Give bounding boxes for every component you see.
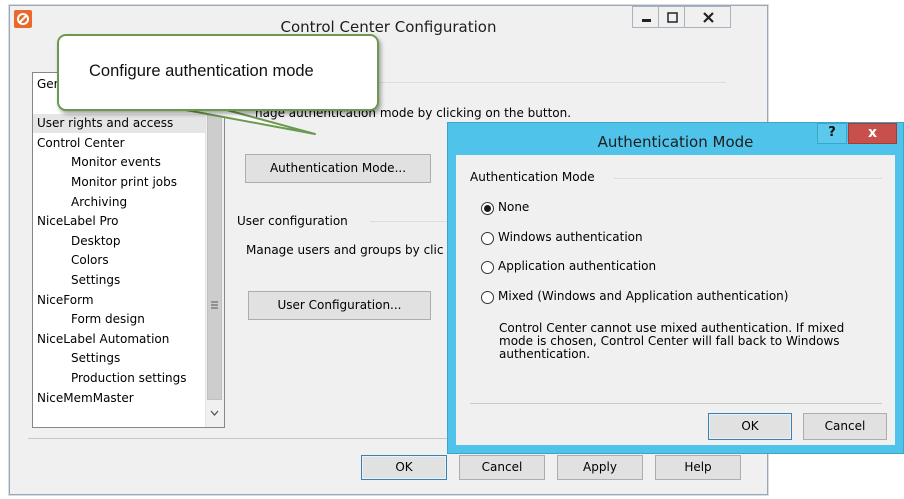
radio-dot-icon xyxy=(484,205,491,212)
tree-item[interactable]: NiceLabel Pro xyxy=(33,212,205,231)
chevron-down-icon[interactable] xyxy=(210,409,219,417)
maximize-icon xyxy=(667,12,678,23)
tree-item[interactable]: NiceLabel Automation xyxy=(33,330,205,349)
grip-icon xyxy=(211,301,218,309)
dialog-help-button[interactable]: ? xyxy=(817,123,847,144)
callout-bubble: Configure authentication mode xyxy=(57,34,379,111)
tree-item[interactable]: Settings xyxy=(33,271,205,290)
dialog-body: Authentication Mode None Windows authenti… xyxy=(456,155,895,445)
auth-option-radio[interactable]: None xyxy=(481,200,841,218)
authentication-mode-dialog: Authentication Mode ? x Authentication M… xyxy=(447,122,904,454)
tree-item[interactable]: Monitor print jobs xyxy=(33,173,205,192)
tree-item[interactable]: Monitor events xyxy=(33,153,205,172)
auth-mode-group-line xyxy=(614,178,882,179)
user-config-group-line xyxy=(370,221,450,222)
user-configuration-button[interactable]: User Configuration... xyxy=(248,291,431,320)
authentication-mode-button[interactable]: Authentication Mode... xyxy=(245,154,431,183)
mixed-mode-note: Control Center cannot use mixed authenti… xyxy=(499,322,879,361)
dialog-cancel-button[interactable]: Cancel xyxy=(803,413,887,440)
close-icon xyxy=(703,12,714,23)
minimize-icon xyxy=(642,19,651,22)
radio-unchecked-icon[interactable] xyxy=(481,291,494,304)
dialog-close-button[interactable]: x xyxy=(848,123,897,144)
minimize-button[interactable] xyxy=(632,6,659,28)
footer-separator xyxy=(28,438,453,439)
help-button[interactable]: Help xyxy=(655,455,741,480)
auth-option-radio[interactable]: Windows authentication xyxy=(481,230,841,248)
user-config-header: User configuration xyxy=(237,214,348,228)
ok-button[interactable]: OK xyxy=(361,455,447,480)
apply-button[interactable]: Apply xyxy=(557,455,643,480)
callout-text: Configure authentication mode xyxy=(89,62,314,80)
tree-item[interactable]: Colors xyxy=(33,251,205,270)
help-icon: ? xyxy=(828,125,836,140)
auth-option-radio[interactable]: Application authentication xyxy=(481,259,841,277)
auth-option-label: Application authentication xyxy=(498,259,657,273)
dialog-ok-button[interactable]: OK xyxy=(708,413,792,440)
cancel-button[interactable]: Cancel xyxy=(459,455,545,480)
dialog-separator xyxy=(470,403,882,404)
radio-unchecked-icon[interactable] xyxy=(481,232,494,245)
tree-item[interactable]: Form design xyxy=(33,310,205,329)
auth-mode-group-label: Authentication Mode xyxy=(470,170,595,184)
auth-option-label: Mixed (Windows and Application authentic… xyxy=(498,289,789,303)
tree-item[interactable]: NiceMemMaster xyxy=(33,389,205,408)
radio-checked-icon[interactable] xyxy=(481,202,494,215)
auth-option-label: Windows authentication xyxy=(498,230,643,244)
user-config-description: Manage users and groups by clic xyxy=(246,243,444,257)
auth-option-radio[interactable]: Mixed (Windows and Application authentic… xyxy=(481,289,841,307)
tree-item[interactable]: Desktop xyxy=(33,232,205,251)
tree-item[interactable]: NiceForm xyxy=(33,291,205,310)
tree-item[interactable]: Archiving xyxy=(33,193,205,212)
tree-item[interactable]: Settings xyxy=(33,349,205,368)
close-icon: x xyxy=(867,125,878,141)
radio-unchecked-icon[interactable] xyxy=(481,261,494,274)
maximize-button[interactable] xyxy=(658,6,685,28)
tree-item[interactable]: Production settings xyxy=(33,369,205,388)
note-line: authentication. xyxy=(499,347,591,361)
auth-option-label: None xyxy=(498,200,530,214)
close-button[interactable] xyxy=(684,6,731,28)
